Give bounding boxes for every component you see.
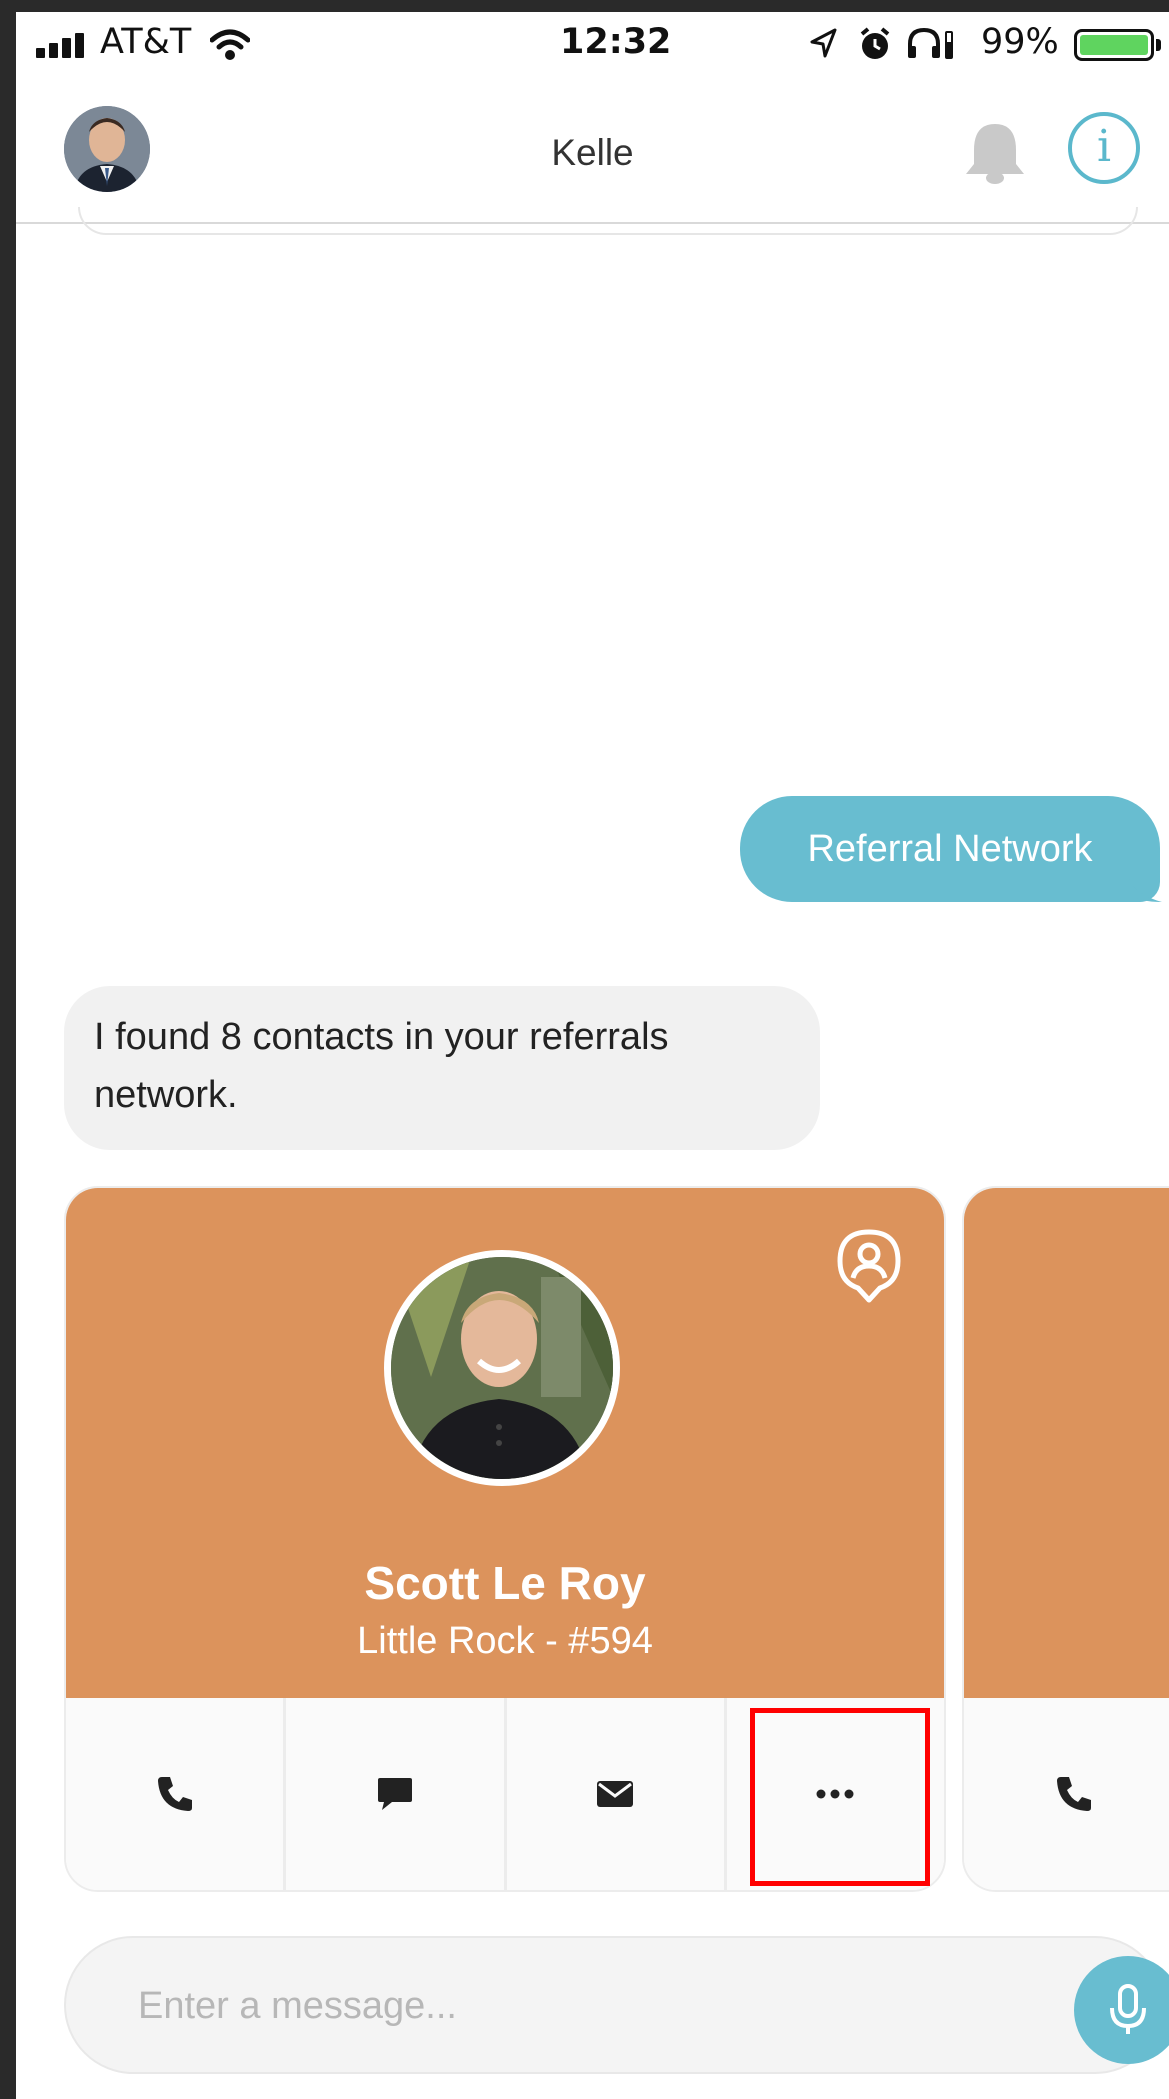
email-button[interactable] (506, 1698, 727, 1890)
highlight-box (750, 1708, 930, 1886)
battery-nub (1156, 39, 1161, 51)
contact-pin-icon[interactable] (836, 1228, 902, 1304)
microphone-icon (1110, 1984, 1146, 2034)
bell-icon[interactable] (960, 120, 1030, 186)
bot-message-bubble: I found 8 contacts in your referrals net… (64, 986, 820, 1150)
status-bar: AT&T 12:32 99% (16, 12, 1169, 74)
alarm-icon (860, 27, 890, 59)
chat-icon (377, 1778, 412, 1810)
headphones-icon (908, 27, 953, 59)
message-button[interactable] (286, 1698, 507, 1890)
message-input[interactable] (136, 1968, 1020, 2044)
contact-avatar (384, 1250, 620, 1486)
bubble-tail (1126, 872, 1162, 902)
app-header: Kelle i (16, 74, 1169, 224)
info-button[interactable]: i (1068, 112, 1140, 184)
signal-icon (36, 33, 96, 58)
contact-actions (964, 1698, 1169, 1890)
microphone-button[interactable] (1074, 1956, 1169, 2064)
message-composer (64, 1936, 1169, 2074)
battery-percent: 99% (981, 22, 1059, 62)
contact-location: Little Rock - #594 (357, 1620, 653, 1662)
location-arrow-icon (810, 28, 837, 58)
clock: 12:32 (560, 22, 672, 62)
contact-name: Scott Le Roy (364, 1557, 646, 1609)
contact-card[interactable] (962, 1186, 1169, 1892)
phone-screen: AT&T 12:32 99% Kelle i Referral Network … (16, 12, 1169, 2099)
user-message-bubble: Referral Network (740, 796, 1160, 902)
mail-icon (597, 1781, 634, 1807)
battery-icon (1074, 29, 1154, 61)
phone-icon (157, 1777, 192, 1811)
contact-card-header: Scott Le Roy Little Rock - #594 (66, 1188, 944, 1698)
wifi-icon (210, 29, 250, 60)
previous-message-edge (78, 207, 1138, 235)
phone-icon (1057, 1777, 1091, 1811)
call-button[interactable] (964, 1698, 1169, 1890)
contact-card-header (964, 1188, 1169, 1698)
call-button[interactable] (66, 1698, 287, 1890)
carrier-label: AT&T (100, 22, 192, 62)
